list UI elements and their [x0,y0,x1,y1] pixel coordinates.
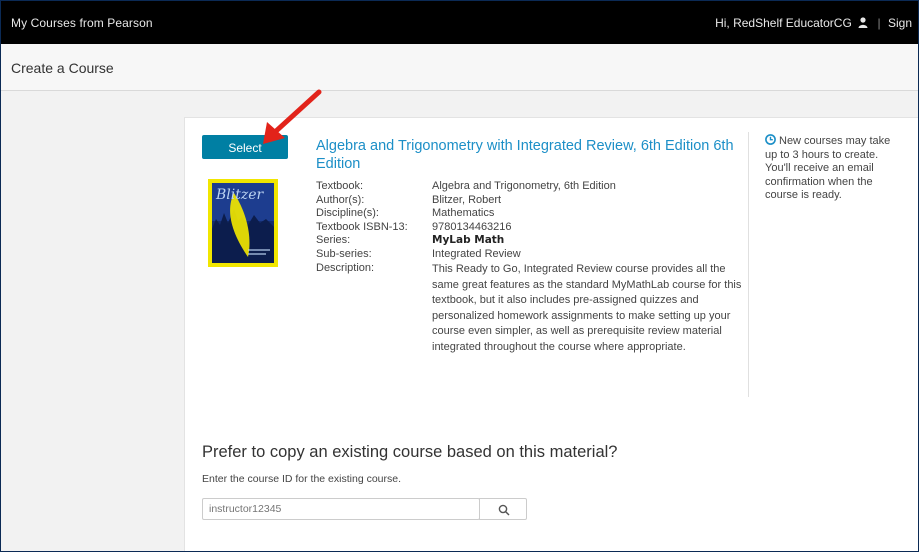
detail-row-series: Series: MyLab Math [316,234,736,248]
person-icon [858,17,868,28]
user-greeting[interactable]: Hi, RedShelf EducatorCG [715,16,852,30]
detail-label: Description: [316,262,375,274]
page-header: Create a Course [1,44,918,91]
main-content: Select Blitzer Algebra and Trigonometry … [1,89,918,551]
user-menu[interactable]: Hi, RedShelf EducatorCG | Sign [715,16,912,30]
course-card: Select Blitzer Algebra and Trigonometry … [184,117,918,551]
column-divider [748,132,749,397]
course-description: This Ready to Go, Integrated Review cour… [432,263,742,353]
detail-row-discipline: Discipline(s): Mathematics [316,207,736,221]
my-courses-link[interactable]: My Courses from Pearson [11,16,153,30]
detail-value: 9780134463216 [432,220,512,233]
search-button[interactable] [479,498,527,520]
annotation-arrow-icon [263,89,322,144]
detail-label: Author(s): [316,193,365,206]
detail-row-subseries: Sub-series: Integrated Review [316,248,736,262]
svg-text:Blitzer: Blitzer [215,187,265,203]
copy-course-heading: Prefer to copy an existing course based … [202,443,618,461]
detail-row-isbn: Textbook ISBN-13: 9780134463216 [316,221,736,235]
detail-label: Series: [316,234,351,246]
search-icon [498,504,510,516]
top-nav-bar: My Courses from Pearson Hi, RedShelf Edu… [1,1,918,44]
clock-icon [765,134,776,145]
detail-row-textbook: Textbook: Algebra and Trigonometry, 6th … [316,180,736,194]
browser-frame: My Courses from Pearson Hi, RedShelf Edu… [0,0,919,552]
nav-separator: | [877,16,881,30]
copy-course-instructions: Enter the course ID for the existing cou… [202,473,402,485]
detail-label: Sub-series: [316,247,372,260]
detail-row-authors: Author(s): Blitzer, Robert [316,194,736,208]
course-title-link[interactable]: Algebra and Trigonometry with Integrated… [316,137,736,173]
detail-label: Discipline(s): [316,207,379,219]
textbook-cover-image: Blitzer [208,179,278,267]
creation-notice: New courses may take up to 3 hours to cr… [765,134,905,203]
page-title: Create a Course [11,60,114,76]
sign-out-link[interactable]: Sign [888,16,912,30]
detail-value: Algebra and Trigonometry, 6th Edition [432,180,616,192]
detail-row-description: Description: This Ready to Go, Integrate… [316,262,741,377]
detail-value: MyLab Math [432,234,505,246]
course-id-input[interactable] [202,498,480,520]
detail-label: Textbook ISBN-13: [316,220,408,233]
detail-value: Mathematics [432,207,495,219]
notice-text: New courses may take up to 3 hours to cr… [765,135,891,201]
detail-value: Blitzer, Robert [432,193,502,206]
course-details: Textbook: Algebra and Trigonometry, 6th … [316,180,741,377]
detail-value: Integrated Review [432,247,521,260]
detail-label: Textbook: [316,180,364,192]
